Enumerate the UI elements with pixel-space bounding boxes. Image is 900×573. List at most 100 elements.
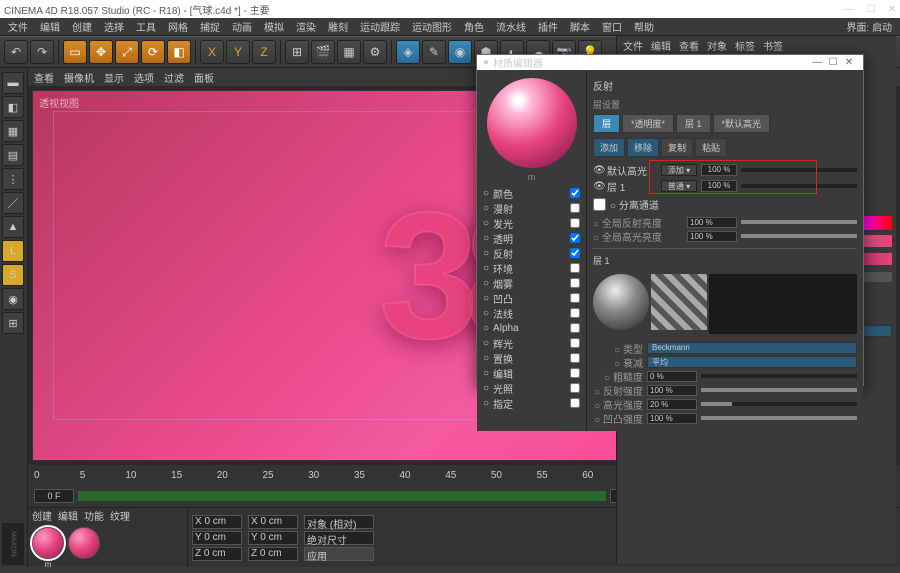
menu-运动跟踪[interactable]: 运动跟踪 — [360, 19, 400, 34]
menu-选择[interactable]: 选择 — [104, 19, 124, 34]
menu-模拟[interactable]: 模拟 — [264, 19, 284, 34]
point-mode[interactable]: ⋮ — [2, 168, 24, 190]
dialog-maximize[interactable]: ☐ — [825, 57, 841, 68]
vp-menu-查看[interactable]: 查看 — [34, 70, 54, 85]
layer-btn-添加[interactable]: 添加 — [593, 138, 625, 157]
dialog-titlebar[interactable]: ● 材质编辑器 — ☐ ✕ — [477, 55, 863, 70]
vp-menu-摄像机[interactable]: 摄像机 — [64, 70, 94, 85]
menu-捕捉[interactable]: 捕捉 — [200, 19, 220, 34]
timeline-range[interactable] — [78, 491, 606, 501]
maximize-icon[interactable]: ☐ — [867, 4, 876, 15]
channel-颜色[interactable]: ○颜色 — [481, 186, 582, 200]
channel-Alpha[interactable]: ○Alpha — [481, 321, 582, 335]
close-icon[interactable]: ✕ — [888, 4, 896, 15]
obj-tab-对象[interactable]: 对象 — [707, 38, 727, 52]
minimize-icon[interactable]: — — [845, 4, 855, 15]
channel-辉光[interactable]: ○辉光 — [481, 336, 582, 350]
axis-z[interactable]: Z — [252, 40, 276, 64]
size-z[interactable]: Z 0 cm — [248, 547, 298, 561]
nurbs-tool[interactable]: ◉ — [448, 40, 472, 64]
scale-tool[interactable]: ⤢ — [115, 40, 139, 64]
material-thumb[interactable] — [68, 527, 100, 559]
workplane-mode[interactable]: ▤ — [2, 144, 24, 166]
render-settings[interactable]: ⚙ — [363, 40, 387, 64]
menu-插件[interactable]: 插件 — [538, 19, 558, 34]
move-tool[interactable]: ✥ — [89, 40, 113, 64]
channel-编辑[interactable]: ○编辑 — [481, 366, 582, 380]
pos-x[interactable]: X 0 cm — [192, 515, 242, 529]
menu-脚本[interactable]: 脚本 — [570, 19, 590, 34]
mat-tab-纹理[interactable]: 纹理 — [110, 508, 130, 523]
layout-selector[interactable]: 界面: 启动 — [846, 19, 892, 34]
obj-tab-文件[interactable]: 文件 — [623, 38, 643, 52]
obj-tab-查看[interactable]: 查看 — [679, 38, 699, 52]
size-y[interactable]: Y 0 cm — [248, 531, 298, 545]
menu-雕刻[interactable]: 雕刻 — [328, 19, 348, 34]
size-x[interactable]: X 0 cm — [248, 515, 298, 529]
prop-○ 衰减[interactable]: ○ 衰减平均 — [593, 355, 857, 369]
pos-y[interactable]: Y 0 cm — [192, 531, 242, 545]
prop-○ 凹凸强度[interactable]: ○ 凹凸强度100 % — [593, 411, 857, 425]
render-region[interactable]: ▦ — [337, 40, 361, 64]
mat-tab-编辑[interactable]: 编辑 — [58, 508, 78, 523]
viewport-solo[interactable]: ◉ — [2, 288, 24, 310]
model-mode[interactable]: ▬ — [2, 72, 24, 94]
menu-文件[interactable]: 文件 — [8, 19, 28, 34]
layer-btn-复制[interactable]: 复制 — [661, 138, 693, 157]
layer-row[interactable]: 👁默认高光添加 ▾100 % — [593, 162, 857, 178]
material-thumb-selected[interactable] — [32, 527, 64, 559]
layer-btn-移除[interactable]: 移除 — [627, 138, 659, 157]
redo-button[interactable]: ↷ — [30, 40, 54, 64]
vp-menu-面板[interactable]: 面板 — [194, 70, 214, 85]
render-view[interactable]: 🎬 — [311, 40, 335, 64]
polygon-mode[interactable]: ▲ — [2, 216, 24, 238]
menu-渲染[interactable]: 渲染 — [296, 19, 316, 34]
rotate-tool[interactable]: ⟳ — [141, 40, 165, 64]
menu-创建[interactable]: 创建 — [72, 19, 92, 34]
refl-tab-2[interactable]: 层 1 — [676, 114, 711, 133]
edge-mode[interactable]: ／ — [2, 192, 24, 214]
frame-start[interactable]: 0 F — [34, 489, 74, 503]
prop-○ 类型[interactable]: ○ 类型Beckmann — [593, 341, 857, 355]
vp-menu-选项[interactable]: 选项 — [134, 70, 154, 85]
more-tools[interactable]: ⊞ — [2, 312, 24, 334]
prop-○ 反射强度[interactable]: ○ 反射强度100 % — [593, 383, 857, 397]
size-mode[interactable]: 绝对尺寸 — [304, 531, 374, 545]
channel-透明[interactable]: ○透明 — [481, 231, 582, 245]
menu-帮助[interactable]: 帮助 — [634, 19, 654, 34]
obj-tab-书签[interactable]: 书签 — [763, 38, 783, 52]
axis-y[interactable]: Y — [226, 40, 250, 64]
axis-mode[interactable]: L — [2, 240, 24, 262]
channel-凹凸[interactable]: ○凹凸 — [481, 291, 582, 305]
spline-tool[interactable]: ✎ — [422, 40, 446, 64]
channel-烟雾[interactable]: ○烟雾 — [481, 276, 582, 290]
prop-○ 高光强度[interactable]: ○ 高光强度20 % — [593, 397, 857, 411]
obj-tab-编辑[interactable]: 编辑 — [651, 38, 671, 52]
mat-tab-创建[interactable]: 创建 — [32, 508, 52, 523]
dialog-minimize[interactable]: — — [809, 57, 825, 68]
menu-编辑[interactable]: 编辑 — [40, 19, 60, 34]
menu-流水线[interactable]: 流水线 — [496, 19, 526, 34]
recent-tool[interactable]: ◧ — [167, 40, 191, 64]
layer-env-preview[interactable] — [593, 274, 649, 330]
dialog-material-preview[interactable] — [487, 78, 577, 168]
mat-tab-功能[interactable]: 功能 — [84, 508, 104, 523]
layer-btn-粘贴[interactable]: 粘贴 — [695, 138, 727, 157]
channel-环境[interactable]: ○环境 — [481, 261, 582, 275]
channel-发光[interactable]: ○发光 — [481, 216, 582, 230]
layer-row[interactable]: 👁层 1普通 ▾100 % — [593, 178, 857, 194]
obj-tab-标签[interactable]: 标签 — [735, 38, 755, 52]
select-tool[interactable]: ▭ — [63, 40, 87, 64]
vp-menu-显示[interactable]: 显示 — [104, 70, 124, 85]
vp-menu-过滤[interactable]: 过滤 — [164, 70, 184, 85]
refl-tab-0[interactable]: 层 — [593, 114, 620, 133]
prop-○ 粗糙度[interactable]: ○ 粗糙度0 % — [593, 369, 857, 383]
object-mode[interactable]: ◧ — [2, 96, 24, 118]
channel-漫射[interactable]: ○漫射 — [481, 201, 582, 215]
coord-system[interactable]: ⊞ — [285, 40, 309, 64]
menu-工具[interactable]: 工具 — [136, 19, 156, 34]
menu-窗口[interactable]: 窗口 — [602, 19, 622, 34]
pos-z[interactable]: Z 0 cm — [192, 547, 242, 561]
menu-角色[interactable]: 角色 — [464, 19, 484, 34]
snap-mode[interactable]: S — [2, 264, 24, 286]
